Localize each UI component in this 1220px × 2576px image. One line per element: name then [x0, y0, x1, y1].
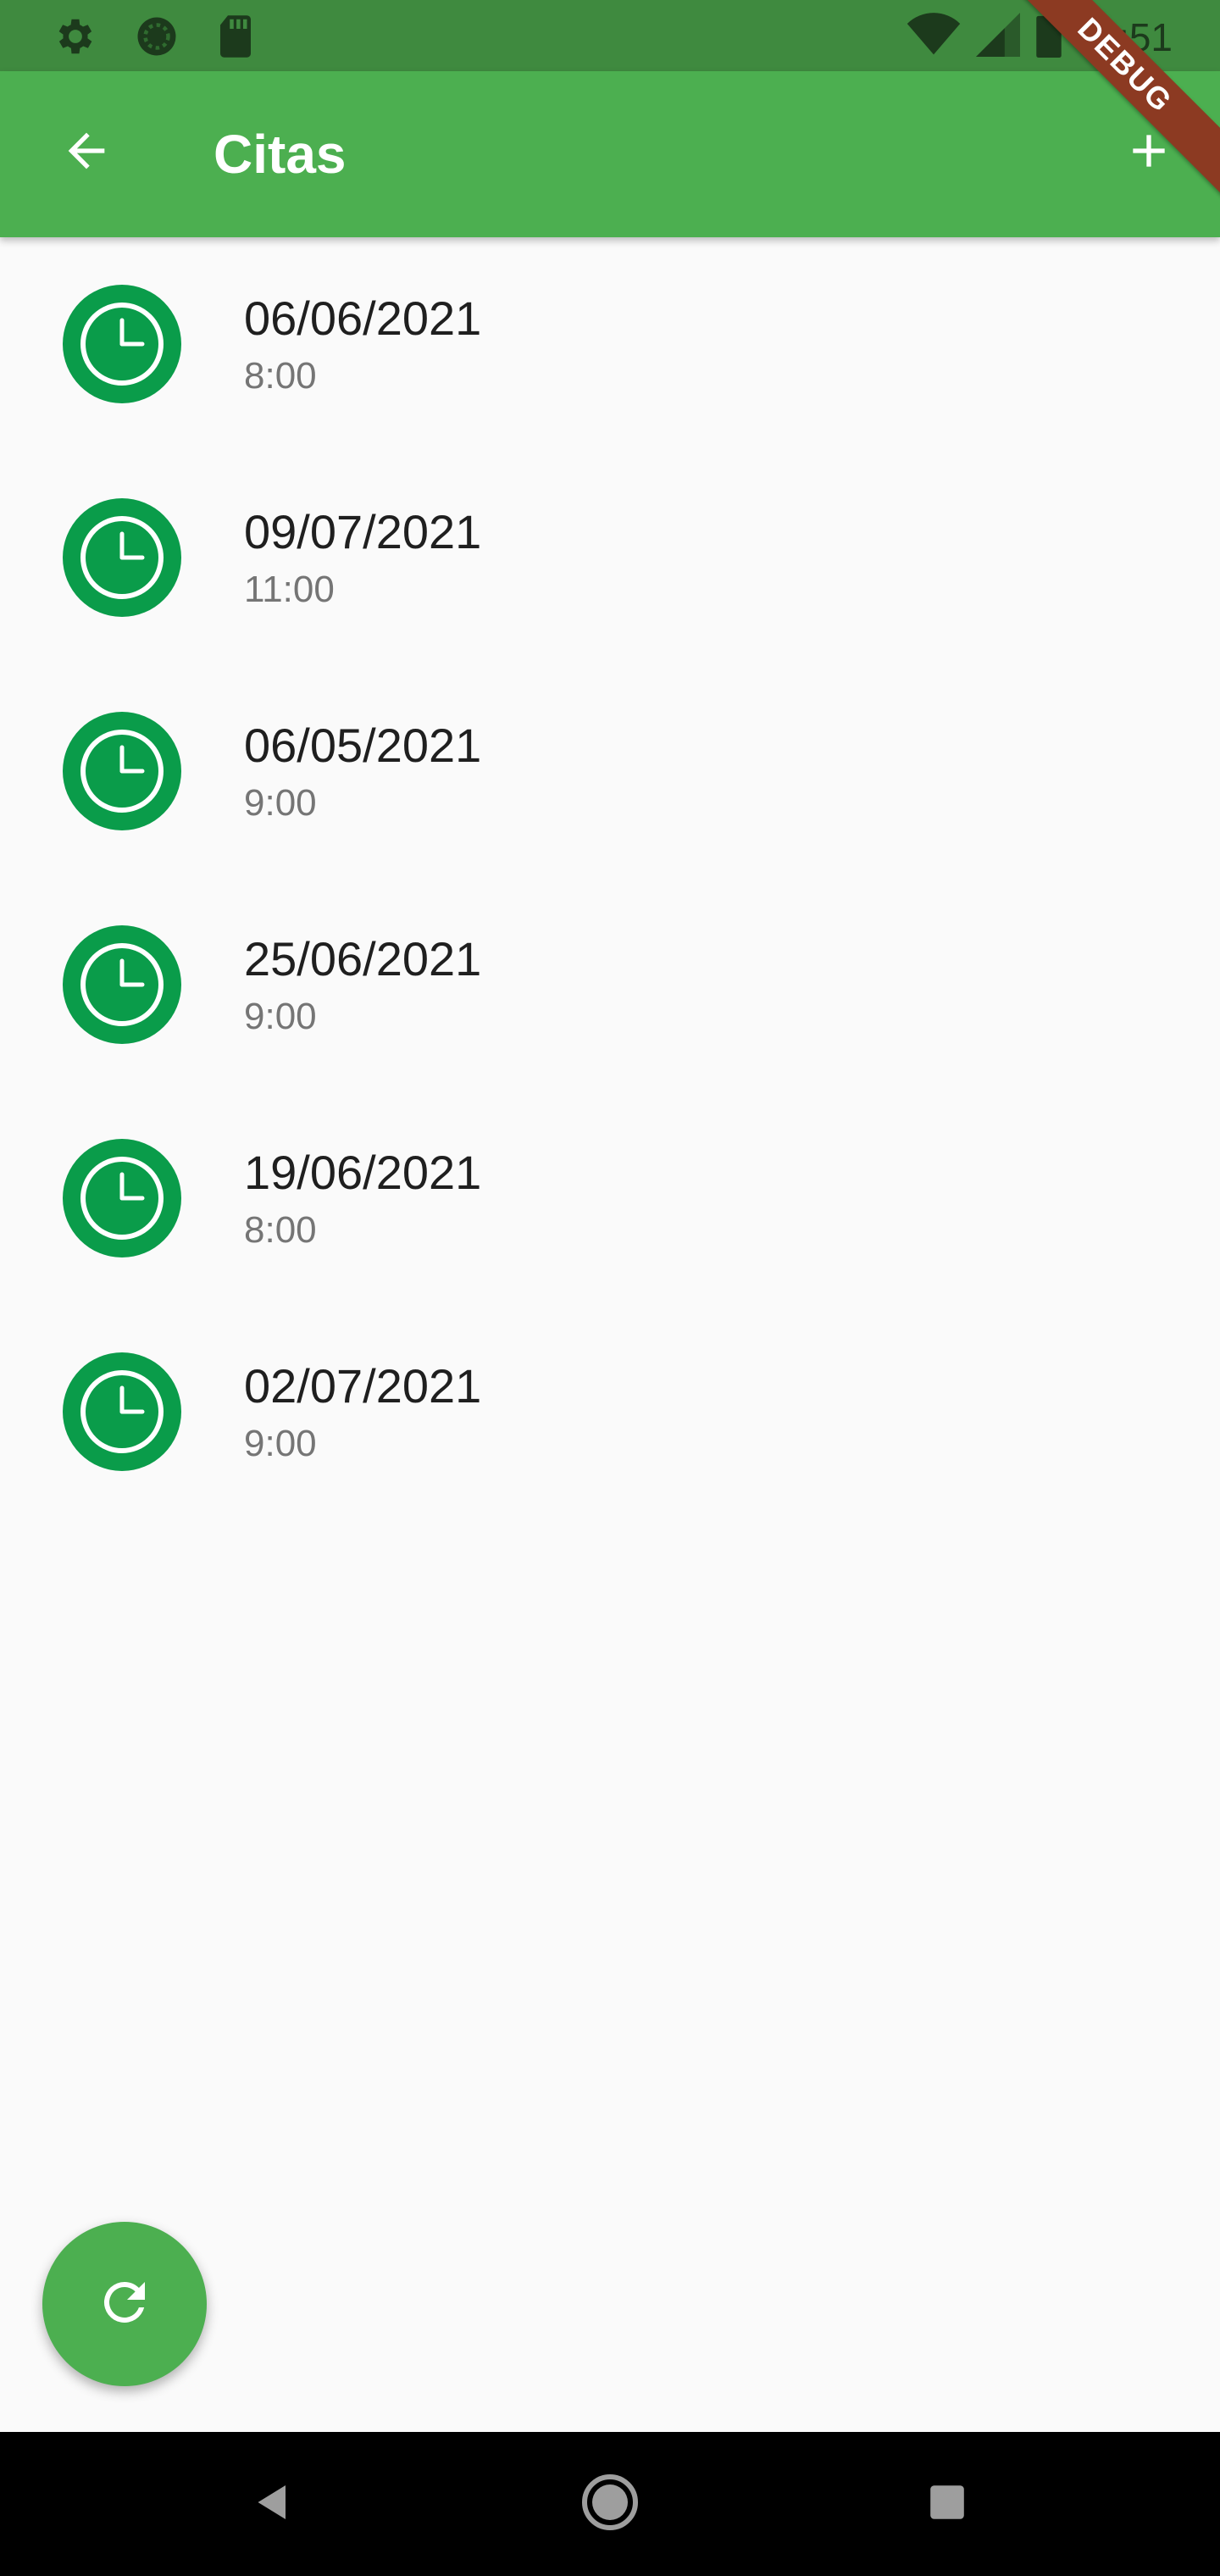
appointment-date: 02/07/2021 — [244, 1359, 482, 1413]
recents-square-icon — [929, 2484, 966, 2525]
wifi-icon — [907, 13, 961, 61]
avatar — [63, 285, 181, 403]
nav-back-button[interactable] — [230, 2462, 315, 2546]
system-nav-bar — [0, 2432, 1220, 2576]
back-triangle-icon — [252, 2481, 294, 2528]
sync-icon — [134, 14, 180, 64]
home-circle-icon — [580, 2472, 640, 2537]
signal-icon — [976, 13, 1021, 61]
list-item[interactable]: 25/06/2021 9:00 — [0, 878, 1220, 1091]
list-item[interactable]: 02/07/2021 9:00 — [0, 1305, 1220, 1518]
back-button[interactable] — [44, 110, 129, 195]
list-item[interactable]: 19/06/2021 8:00 — [0, 1091, 1220, 1305]
page-title: Citas — [214, 124, 347, 185]
appointment-time: 9:00 — [244, 996, 317, 1037]
status-icons-left — [53, 14, 256, 64]
appointment-list: 06/06/2021 8:00 09/07/2021 11:00 06/05/2… — [0, 237, 1220, 1518]
appointment-date: 06/05/2021 — [244, 719, 482, 772]
status-bar: 11:51 — [0, 0, 1220, 71]
avatar — [63, 712, 181, 830]
avatar — [63, 1352, 181, 1471]
settings-icon — [53, 14, 98, 64]
appointment-time: 9:00 — [244, 782, 317, 824]
appointment-date: 09/07/2021 — [244, 505, 482, 558]
appointment-time: 11:00 — [244, 569, 335, 610]
list-item[interactable]: 06/06/2021 8:00 — [0, 237, 1220, 451]
nav-recents-button[interactable] — [905, 2462, 990, 2546]
sd-card-icon — [215, 14, 256, 64]
nav-home-button[interactable] — [568, 2462, 652, 2546]
appointment-date: 19/06/2021 — [244, 1146, 482, 1199]
appointment-date: 06/06/2021 — [244, 291, 482, 345]
appointment-time: 8:00 — [244, 1209, 317, 1251]
arrow-back-icon — [59, 124, 114, 182]
appointment-date: 25/06/2021 — [244, 932, 482, 985]
app-bar: Citas — [0, 71, 1220, 237]
avatar — [63, 1139, 181, 1257]
avatar — [63, 498, 181, 617]
refresh-icon — [94, 2272, 155, 2337]
list-item[interactable]: 06/05/2021 9:00 — [0, 664, 1220, 878]
avatar — [63, 925, 181, 1044]
list-item[interactable]: 09/07/2021 11:00 — [0, 451, 1220, 664]
appointment-time: 9:00 — [244, 1423, 317, 1464]
refresh-button[interactable] — [42, 2222, 207, 2386]
appointment-time: 8:00 — [244, 355, 317, 397]
